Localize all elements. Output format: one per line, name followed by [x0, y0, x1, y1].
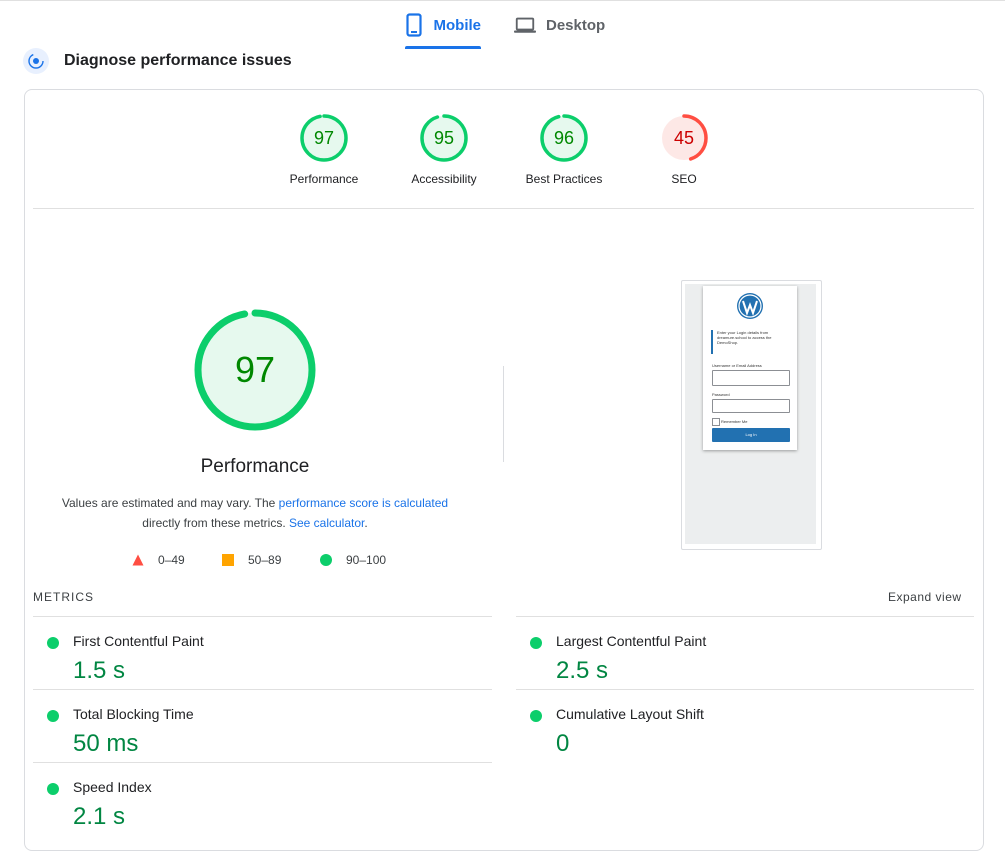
smartphone-icon — [405, 13, 424, 37]
section-header: Diagnose performance issues — [23, 46, 292, 76]
svg-text:45: 45 — [674, 128, 694, 148]
screenshot-password-input — [712, 399, 790, 413]
svg-text:97: 97 — [314, 128, 334, 148]
metric-divider — [33, 616, 492, 617]
metric-value: 50 ms — [73, 730, 139, 757]
category-seo[interactable]: 45 SEO — [634, 113, 734, 186]
pass-indicator-icon — [47, 637, 59, 649]
svg-text:95: 95 — [434, 128, 454, 148]
pass-indicator-icon — [47, 783, 59, 795]
metric-cumulative-layout-shift: Cumulative Layout Shift 0 — [516, 696, 976, 768]
main-performance-gauge: 97 — [194, 309, 316, 431]
metric-name: Largest Contentful Paint — [556, 633, 707, 649]
svg-text:96: 96 — [554, 128, 574, 148]
square-icon — [222, 554, 234, 566]
description-text: . — [364, 516, 368, 530]
category-label: SEO — [671, 172, 697, 186]
gauge-accessibility: 95 — [420, 114, 468, 162]
gauges-divider — [33, 208, 974, 209]
metric-name: First Contentful Paint — [73, 633, 204, 649]
metric-total-blocking-time: Total Blocking Time 50 ms — [33, 696, 493, 768]
metric-name: Cumulative Layout Shift — [556, 706, 704, 722]
gauge-seo: 45 — [660, 114, 708, 162]
section-title: Diagnose performance issues — [64, 52, 292, 69]
category-accessibility[interactable]: 95 Accessibility — [394, 113, 494, 186]
svg-text:97: 97 — [235, 349, 275, 390]
pass-indicator-icon — [530, 710, 542, 722]
category-label: Best Practices — [525, 172, 603, 186]
tab-mobile[interactable]: Mobile — [405, 0, 481, 50]
legend-range: 0–49 — [158, 553, 185, 567]
pass-indicator-icon — [530, 637, 542, 649]
category-best-practices[interactable]: 96 Best Practices — [514, 113, 614, 186]
metric-value: 1.5 s — [73, 657, 126, 684]
legend-range: 50–89 — [248, 553, 282, 567]
tab-selected-indicator — [405, 46, 481, 49]
laptop-icon — [514, 13, 536, 37]
legend-range: 90–100 — [346, 553, 387, 567]
metric-speed-index: Speed Index 2.1 s — [33, 769, 493, 841]
legend-fail: 0–49 — [132, 552, 185, 568]
legend-average: 50–89 — [222, 552, 281, 568]
metrics-heading: METRICS — [33, 590, 94, 604]
metric-divider — [516, 689, 974, 690]
metric-first-contentful-paint: First Contentful Paint 1.5 s — [33, 623, 493, 695]
metric-divider — [516, 616, 974, 617]
score-description: Values are estimated and may vary. The p… — [40, 493, 470, 533]
tab-desktop-label: Desktop — [546, 16, 606, 34]
category-performance[interactable]: 97 Performance — [274, 113, 374, 186]
device-tabs: Mobile Desktop — [0, 0, 1005, 50]
screenshot-username-label: Username or Email Address — [712, 363, 762, 368]
pass-indicator-icon — [47, 710, 59, 722]
gauge-performance: 97 — [300, 114, 348, 162]
metric-value: 2.1 s — [73, 803, 126, 830]
metric-divider — [33, 762, 492, 763]
metric-value: 0 — [556, 730, 570, 757]
metric-value: 2.5 s — [556, 657, 609, 684]
wordpress-logo-icon — [737, 293, 763, 319]
metric-name: Total Blocking Time — [73, 706, 194, 722]
tab-desktop[interactable]: Desktop — [514, 0, 614, 50]
vertical-divider — [503, 366, 504, 462]
description-text: Values are estimated and may vary. The — [61, 496, 279, 510]
tab-mobile-label: Mobile — [433, 16, 482, 34]
triangle-icon — [132, 554, 144, 566]
legend-pass: 90–100 — [320, 552, 386, 568]
screenshot-remember-label: Remember Me — [721, 419, 748, 424]
main-gauge-title: Performance — [200, 456, 310, 477]
category-label: Performance — [289, 172, 359, 186]
screenshot-username-input — [712, 370, 790, 386]
screenshot-message: Enter your Login details from dreamure.s… — [711, 330, 793, 354]
metric-largest-contentful-paint: Largest Contentful Paint 2.5 s — [516, 623, 976, 695]
see-calculator-link[interactable]: See calculator — [289, 516, 364, 530]
screenshot-password-label: Password — [712, 392, 730, 397]
description-text: directly from these metrics. — [142, 516, 289, 530]
performance-score-link[interactable]: performance score is calculated — [279, 496, 448, 510]
circle-icon — [320, 554, 332, 566]
screenshot-remember-checkbox — [712, 418, 720, 426]
diagnose-icon — [23, 48, 49, 74]
screenshot-login-button: Log In — [712, 428, 790, 442]
expand-view-button[interactable]: Expand view — [888, 590, 962, 604]
metric-name: Speed Index — [73, 779, 152, 795]
category-label: Accessibility — [411, 172, 477, 186]
gauge-best-practices: 96 — [540, 114, 588, 162]
metric-divider — [33, 689, 492, 690]
